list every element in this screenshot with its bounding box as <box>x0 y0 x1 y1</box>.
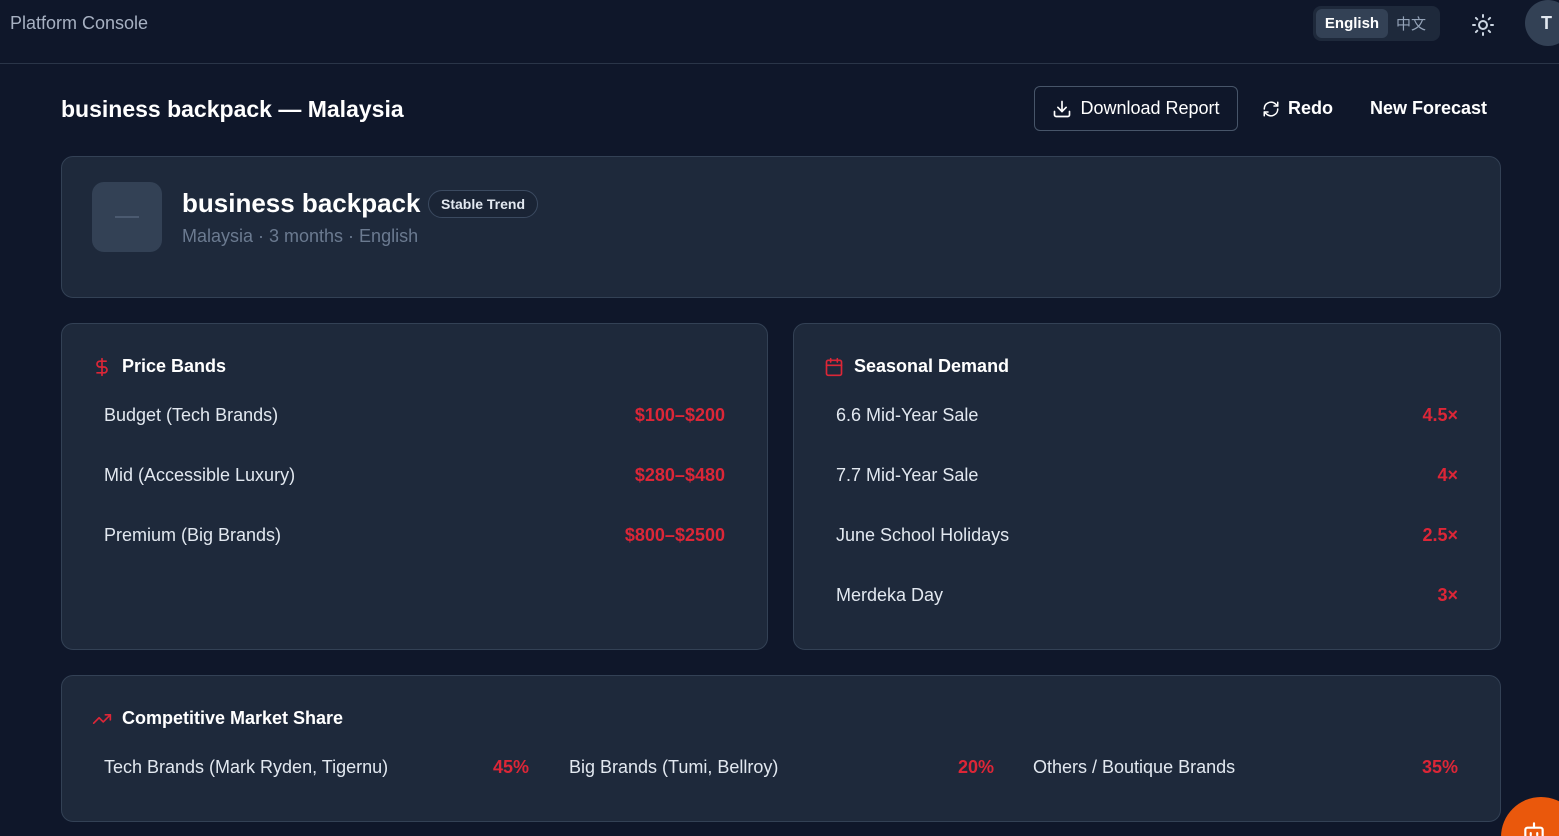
app-title: Platform Console <box>10 13 149 33</box>
refresh-icon <box>1263 101 1279 116</box>
price-bands-header: Price Bands <box>92 356 226 377</box>
season-row: 6.6 Mid-Year Sale 4.5× <box>836 402 1458 428</box>
season-row: June School Holidays 2.5× <box>836 522 1458 548</box>
seasonal-demand-card: Seasonal Demand 6.6 Mid-Year Sale 4.5× 7… <box>793 323 1501 650</box>
price-band-row: Premium (Big Brands) $800–$2500 <box>104 522 725 548</box>
redo-label: Redo <box>1288 98 1333 118</box>
season-multiplier: 3× <box>1437 584 1458 605</box>
season-row: 7.7 Mid-Year Sale 4× <box>836 462 1458 488</box>
price-band-row: Mid (Accessible Luxury) $280–$480 <box>104 462 725 488</box>
market-share-label: Tech Brands (Mark Ryden, Tigernu) <box>104 756 389 777</box>
new-forecast-button[interactable]: New Forecast <box>1370 86 1487 131</box>
season-label: June School Holidays <box>836 524 1010 545</box>
price-band-row: Budget (Tech Brands) $100–$200 <box>104 402 725 428</box>
market-share-list: Tech Brands (Mark Ryden, Tigernu) 45% Bi… <box>104 754 1459 780</box>
price-bands-title: Price Bands <box>122 356 227 376</box>
season-multiplier: 4× <box>1437 464 1458 485</box>
market-share-item: Others / Boutique Brands 35% <box>1033 754 1458 780</box>
product-meta: Malaysia · 3 months · English <box>182 226 419 246</box>
seasonal-demand-header: Seasonal Demand <box>824 356 1009 377</box>
calendar-icon <box>825 357 843 376</box>
page-title: business backpack — Malaysia <box>61 96 404 122</box>
download-report-button[interactable]: Download Report <box>1034 86 1238 131</box>
product-name: business backpack <box>182 188 421 218</box>
price-band-value: $100–$200 <box>634 404 725 425</box>
price-band-value: $280–$480 <box>634 464 725 485</box>
market-share-value: 35% <box>1421 756 1458 777</box>
placeholder-dash <box>115 216 139 218</box>
new-forecast-label: New Forecast <box>1370 98 1488 118</box>
sun-icon <box>1472 14 1494 36</box>
market-share-card: Competitive Market Share Tech Brands (Ma… <box>61 675 1501 822</box>
price-band-value: $800–$2500 <box>624 524 725 545</box>
download-icon <box>1054 100 1071 117</box>
price-bands-card: Price Bands Budget (Tech Brands) $100–$2… <box>61 323 768 650</box>
seasonal-demand-title: Seasonal Demand <box>854 356 1010 376</box>
trending-up-icon <box>92 713 112 724</box>
market-share-item: Tech Brands (Mark Ryden, Tigernu) 45% <box>104 754 529 780</box>
price-band-label: Mid (Accessible Luxury) <box>104 464 296 485</box>
redo-button[interactable]: Redo <box>1262 86 1333 131</box>
season-multiplier: 2.5× <box>1422 524 1458 545</box>
top-bar: Platform Console English 中文 T <box>0 0 1559 64</box>
theme-toggle-button[interactable] <box>1468 10 1498 40</box>
language-switcher: English 中文 <box>1313 6 1440 41</box>
market-share-title: Competitive Market Share <box>122 708 344 728</box>
price-band-label: Premium (Big Brands) <box>104 524 282 545</box>
market-share-label: Others / Boutique Brands <box>1033 756 1236 777</box>
market-share-item: Big Brands (Tumi, Bellroy) 20% <box>569 754 994 780</box>
assistant-fab-button[interactable] <box>1501 797 1559 836</box>
season-label: 7.7 Mid-Year Sale <box>836 464 979 485</box>
avatar[interactable]: T <box>1525 0 1559 46</box>
dollar-icon <box>96 357 108 376</box>
product-summary-card: business backpack Stable Trend Malaysia … <box>61 156 1501 298</box>
language-option-chinese[interactable]: 中文 <box>1388 9 1434 38</box>
bot-icon <box>1524 822 1544 836</box>
market-share-header: Competitive Market Share <box>92 708 343 729</box>
market-share-value: 45% <box>492 756 529 777</box>
product-thumbnail <box>92 182 162 252</box>
download-report-label: Download Report <box>1080 98 1220 118</box>
season-multiplier: 4.5× <box>1422 404 1458 425</box>
season-label: 6.6 Mid-Year Sale <box>836 404 979 425</box>
language-option-english[interactable]: English <box>1316 9 1388 38</box>
season-label: Merdeka Day <box>836 584 944 605</box>
season-row: Merdeka Day 3× <box>836 582 1458 608</box>
market-share-value: 20% <box>957 756 994 777</box>
market-share-label: Big Brands (Tumi, Bellroy) <box>569 756 779 777</box>
price-band-label: Budget (Tech Brands) <box>104 404 279 425</box>
trend-badge: Stable Trend <box>428 190 539 218</box>
